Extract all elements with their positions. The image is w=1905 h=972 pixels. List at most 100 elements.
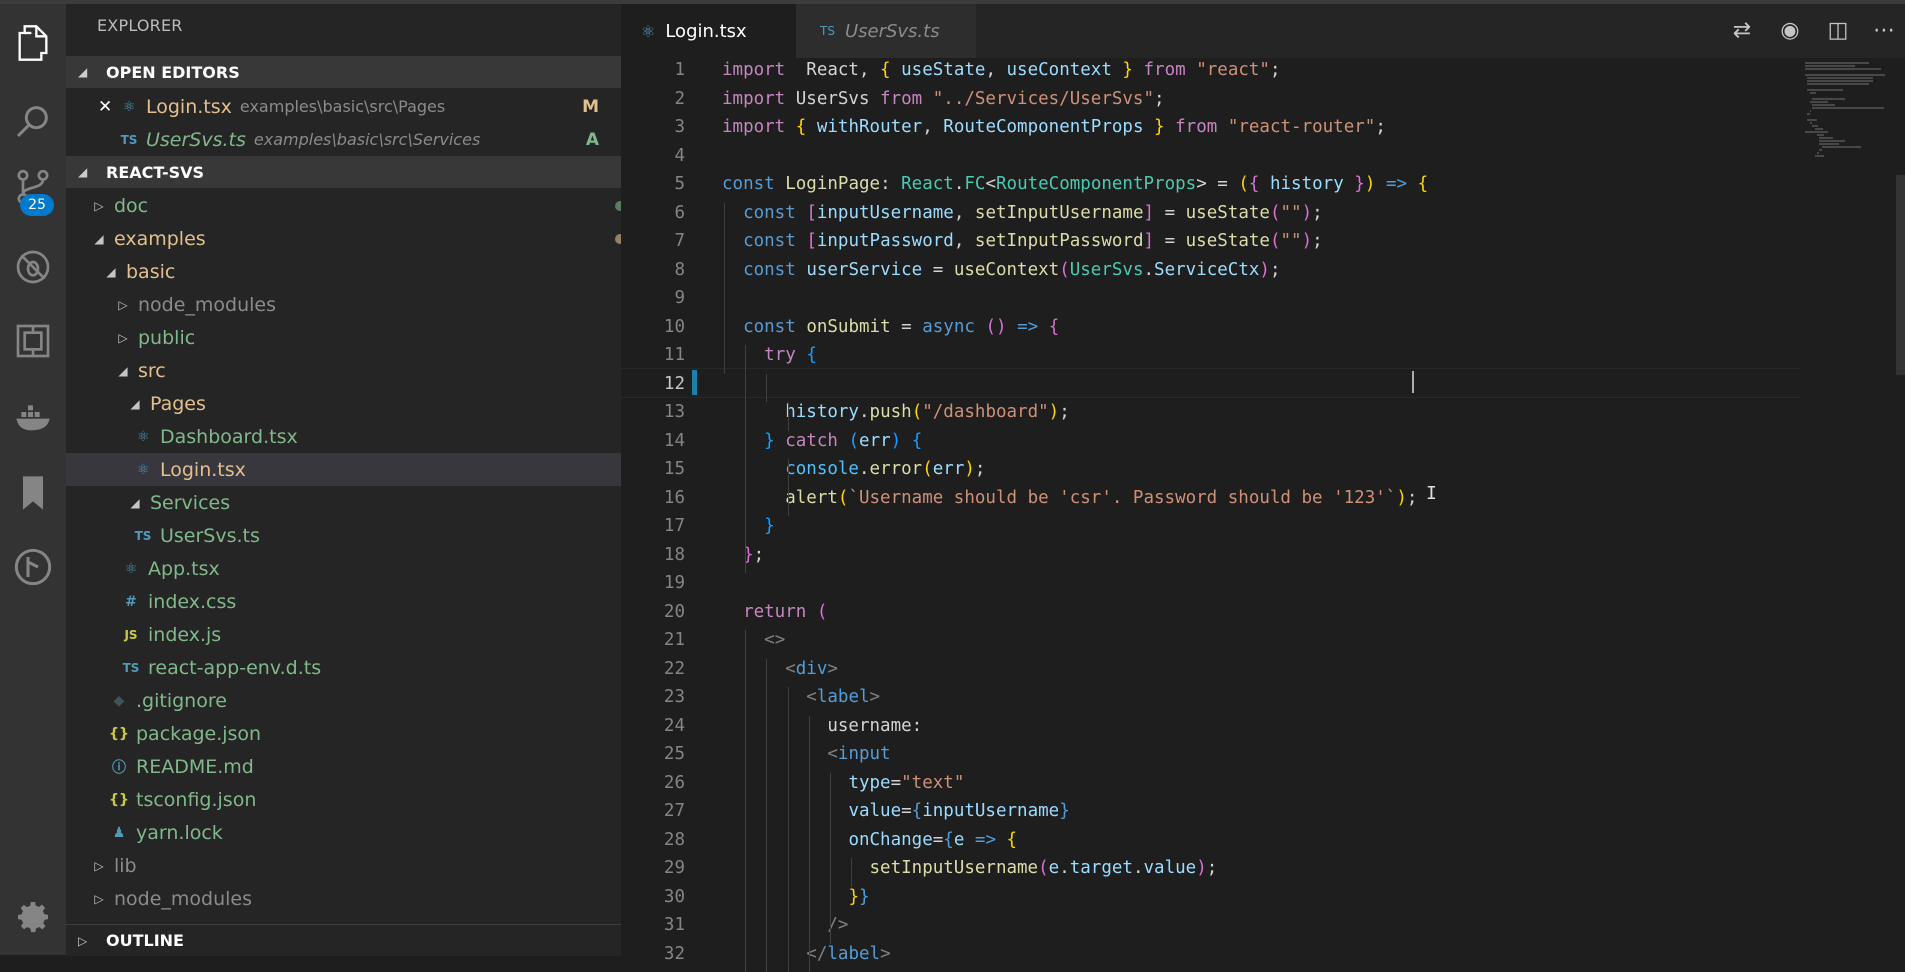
vertical-scrollbar[interactable] bbox=[1896, 175, 1905, 375]
folder-name: doc bbox=[114, 195, 148, 217]
code-token: RouteComponentProps bbox=[996, 174, 1196, 194]
tree-folder-root-node-modules[interactable]: ▷ node_modules bbox=[66, 882, 647, 915]
tree-folder-src[interactable]: ◢ src bbox=[66, 354, 671, 387]
code-token: value bbox=[848, 801, 901, 821]
tree-file-login[interactable]: ⚛ Login.tsx M bbox=[66, 453, 687, 486]
tree-folder-doc[interactable]: ▷ doc bbox=[66, 189, 647, 222]
search-icon[interactable] bbox=[0, 88, 66, 154]
open-editors-header[interactable]: ◢ OPEN EDITORS bbox=[66, 56, 621, 88]
code-line: setInputUsername(e.target.value); bbox=[722, 858, 1217, 878]
minimap-line bbox=[1815, 128, 1823, 130]
code-token bbox=[901, 431, 912, 451]
file-name: index.js bbox=[148, 624, 221, 646]
tree-file-gitignore[interactable]: ◆ .gitignore A bbox=[66, 684, 663, 717]
code-token bbox=[722, 630, 764, 650]
tree-file-dashboard[interactable]: ⚛ Dashboard.tsx A bbox=[66, 420, 687, 453]
git-graph-icon[interactable] bbox=[0, 534, 66, 600]
json-file-icon: {} bbox=[108, 792, 130, 808]
tree-file-app[interactable]: ⚛ App.tsx A bbox=[66, 552, 675, 585]
split-editor-icon[interactable]: ◫ bbox=[1823, 16, 1853, 46]
outline-header[interactable]: ▷ OUTLINE bbox=[66, 924, 621, 956]
code-token bbox=[1143, 117, 1154, 137]
activity-bar: 25 bbox=[0, 4, 66, 955]
tree-folder-services[interactable]: ◢ Services bbox=[66, 486, 683, 519]
code-token: ) bbox=[1196, 858, 1207, 878]
code-token: = bbox=[891, 317, 923, 337]
open-changes-icon[interactable]: ⇄ bbox=[1727, 16, 1757, 46]
explorer-icon[interactable] bbox=[0, 10, 66, 76]
code-token: ; bbox=[1312, 203, 1323, 223]
tree-folder-basic[interactable]: ◢ basic bbox=[66, 255, 659, 288]
code-token bbox=[796, 203, 807, 223]
code-token bbox=[1133, 60, 1144, 80]
tree-folder-node-modules[interactable]: ▷ node_modules bbox=[66, 288, 671, 321]
code-token: async bbox=[922, 317, 975, 337]
minimap-line bbox=[1819, 140, 1844, 142]
minimap-line bbox=[1805, 131, 1828, 133]
current-line-highlight bbox=[621, 368, 1801, 398]
folder-name: examples bbox=[114, 228, 206, 250]
folder-name: src bbox=[138, 360, 166, 382]
tree-folder-lib[interactable]: ▷ lib bbox=[66, 849, 647, 882]
code-token: , bbox=[954, 231, 975, 251]
file-name: Login.tsx bbox=[160, 459, 246, 481]
tab-label: UserSvs.ts bbox=[845, 21, 940, 42]
indent-guide bbox=[745, 345, 746, 573]
tree-file-readme[interactable]: ⓘ README.md A bbox=[66, 750, 663, 783]
line-number: 26 bbox=[621, 773, 685, 793]
git-status: M bbox=[582, 97, 599, 117]
minimap-line bbox=[1807, 113, 1809, 115]
docker-icon[interactable] bbox=[0, 384, 66, 450]
code-token bbox=[796, 231, 807, 251]
line-number: 16 bbox=[621, 488, 685, 508]
line-number: 23 bbox=[621, 687, 685, 707]
open-editor-item[interactable]: ✕ ⚛ Login.tsx examples\basic\src\Pages M bbox=[66, 90, 621, 123]
preview-eye-icon[interactable]: ◉ bbox=[1775, 16, 1805, 46]
tab-login[interactable]: ⚛ Login.tsx bbox=[621, 4, 796, 58]
minimap-line bbox=[1807, 89, 1843, 91]
bookmarks-icon[interactable] bbox=[0, 460, 66, 526]
tree-file-tsconfig[interactable]: {} tsconfig.json A bbox=[66, 783, 663, 816]
code-token bbox=[775, 431, 786, 451]
debug-icon[interactable] bbox=[0, 234, 66, 300]
close-icon[interactable]: ✕ bbox=[98, 97, 110, 117]
tree-file-package-json[interactable]: {} package.json A bbox=[66, 717, 663, 750]
code-token: ; bbox=[1207, 858, 1218, 878]
code-token: setInputUsername bbox=[975, 203, 1144, 223]
code-token bbox=[964, 830, 975, 850]
more-actions-icon[interactable]: ⋯ bbox=[1869, 16, 1899, 46]
tree-file-index-js[interactable]: JS index.js A bbox=[66, 618, 675, 651]
minimap-line bbox=[1815, 155, 1825, 157]
code-token: { bbox=[912, 801, 923, 821]
code-token bbox=[1007, 317, 1018, 337]
code-token: onChange bbox=[848, 830, 932, 850]
minimap-line bbox=[1807, 83, 1868, 85]
code-token: . bbox=[1133, 858, 1144, 878]
tree-folder-public[interactable]: ▷ public bbox=[66, 321, 671, 354]
minimap-line bbox=[1810, 122, 1812, 124]
tree-folder-examples[interactable]: ◢ examples bbox=[66, 222, 647, 255]
tree-file-react-app-env[interactable]: TS react-app-env.d.ts A bbox=[66, 651, 675, 684]
chevron-right-icon: ▷ bbox=[78, 934, 88, 948]
code-token: from bbox=[1175, 117, 1217, 137]
settings-gear-icon[interactable] bbox=[0, 884, 66, 950]
tree-folder-pages[interactable]: ◢ Pages bbox=[66, 387, 683, 420]
git-file-icon: ◆ bbox=[108, 693, 130, 709]
tree-file-index-css[interactable]: # index.css A bbox=[66, 585, 675, 618]
extensions-icon[interactable] bbox=[0, 308, 66, 374]
tree-file-usersvs[interactable]: TS UserSvs.ts A bbox=[66, 519, 687, 552]
code-editor[interactable]: 1234567891011121314151617181920212223242… bbox=[621, 58, 1905, 955]
code-token: type bbox=[848, 773, 890, 793]
code-token: ( bbox=[848, 431, 859, 451]
code-token bbox=[996, 830, 1007, 850]
tab-usersvs[interactable]: TS UserSvs.ts bbox=[796, 4, 976, 58]
minimap-line bbox=[1805, 74, 1885, 76]
code-token: const bbox=[743, 203, 796, 223]
tree-file-yarn-lock[interactable]: ♟ yarn.lock A bbox=[66, 816, 663, 849]
folder-name: Pages bbox=[150, 393, 206, 415]
project-header[interactable]: ◢ REACT-SVS bbox=[66, 156, 621, 188]
minimap[interactable] bbox=[1801, 58, 1905, 955]
code-token bbox=[722, 687, 806, 707]
code-token bbox=[975, 317, 986, 337]
open-editor-item[interactable]: TS UserSvs.ts examples\basic\src\Service… bbox=[66, 123, 621, 156]
